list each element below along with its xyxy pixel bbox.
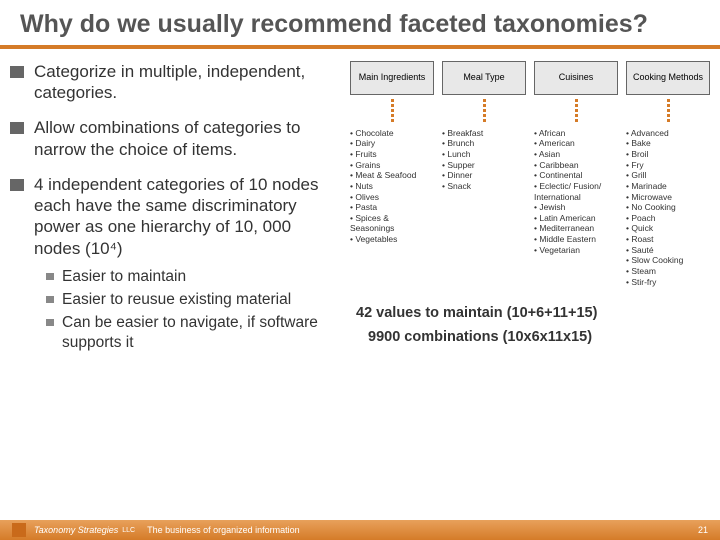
facet-item: Vegetables <box>350 234 434 245</box>
facet-item: Eclectic/ Fusion/ International <box>534 181 618 202</box>
right-column: Main Ingredients ChocolateDairyFruitsGra… <box>350 61 710 357</box>
footer-brand: Taxonomy Strategies <box>34 525 118 535</box>
sub-bullet-text: Easier to reusue existing material <box>62 290 291 310</box>
facet-header: Meal Type <box>442 61 526 95</box>
facet-header: Cooking Methods <box>626 61 710 95</box>
facet-item: Meat & Seafood <box>350 170 434 181</box>
facet-item: Fry <box>626 160 710 171</box>
square-bullet-icon <box>46 296 54 303</box>
facet-item: Grill <box>626 170 710 181</box>
facet-item: Bake <box>626 138 710 149</box>
facet-item: Sauté <box>626 245 710 256</box>
facet-item: Poach <box>626 213 710 224</box>
footer-tagline: The business of organized information <box>147 525 300 535</box>
facet-header: Main Ingredients <box>350 61 434 95</box>
footer-llc: LLC <box>122 527 135 534</box>
facet-item: Spices & Seasonings <box>350 213 434 234</box>
facet-item: Dinner <box>442 170 526 181</box>
square-bullet-icon <box>10 66 24 78</box>
facet-item: Broil <box>626 149 710 160</box>
sub-bullet-text: Can be easier to navigate, if software s… <box>62 313 340 353</box>
summary-line: 42 values to maintain (10+6+11+15) <box>356 305 710 321</box>
facet-column: Cooking Methods AdvancedBakeBroilFryGril… <box>626 61 710 287</box>
summary-block: 42 values to maintain (10+6+11+15) 9900 … <box>350 305 710 345</box>
facet-item: Quick <box>626 223 710 234</box>
bullet-text: Categorize in multiple, independent, cat… <box>34 61 340 104</box>
facet-item: Lunch <box>442 149 526 160</box>
facets-grid: Main Ingredients ChocolateDairyFruitsGra… <box>350 61 710 287</box>
facet-column: Main Ingredients ChocolateDairyFruitsGra… <box>350 61 434 287</box>
facet-item: African <box>534 128 618 139</box>
square-bullet-icon <box>10 179 24 191</box>
facet-item: Olives <box>350 192 434 203</box>
connector-dots-icon <box>442 95 526 128</box>
facet-item: Marinade <box>626 181 710 192</box>
facet-item: Jewish <box>534 202 618 213</box>
footer-bar: Taxonomy Strategies LLC The business of … <box>0 520 720 540</box>
bullet-item: Allow combinations of categories to narr… <box>10 117 340 160</box>
facet-item: Slow Cooking <box>626 255 710 266</box>
facet-item: Snack <box>442 181 526 192</box>
facet-item: Brunch <box>442 138 526 149</box>
connector-dots-icon <box>626 95 710 128</box>
facet-items: AfricanAmericanAsianCaribbeanContinental… <box>534 128 618 256</box>
facet-item: Steam <box>626 266 710 277</box>
connector-dots-icon <box>350 95 434 128</box>
sub-bullet-item: Can be easier to navigate, if software s… <box>46 313 340 353</box>
facet-item: Chocolate <box>350 128 434 139</box>
square-bullet-icon <box>46 273 54 280</box>
facet-items: AdvancedBakeBroilFryGrillMarinadeMicrowa… <box>626 128 710 287</box>
summary-line: 9900 combinations (10x6x11x15) <box>368 329 710 345</box>
square-bullet-icon <box>46 319 54 326</box>
footer-logo-icon <box>12 523 26 537</box>
facet-item: No Cooking <box>626 202 710 213</box>
facet-item: Vegetarian <box>534 245 618 256</box>
sub-bullet-item: Easier to reusue existing material <box>46 290 340 310</box>
facet-item: Pasta <box>350 202 434 213</box>
facet-item: Supper <box>442 160 526 171</box>
facet-items: BreakfastBrunchLunchSupperDinnerSnack <box>442 128 526 192</box>
sub-bullet-item: Easier to maintain <box>46 267 340 287</box>
bullet-text: Allow combinations of categories to narr… <box>34 117 340 160</box>
facet-column: Cuisines AfricanAmericanAsianCaribbeanCo… <box>534 61 618 287</box>
bullet-item: Categorize in multiple, independent, cat… <box>10 61 340 104</box>
left-column: Categorize in multiple, independent, cat… <box>10 61 340 357</box>
square-bullet-icon <box>10 122 24 134</box>
facet-item: Fruits <box>350 149 434 160</box>
facet-items: ChocolateDairyFruitsGrainsMeat & Seafood… <box>350 128 434 245</box>
facet-item: Stir-fry <box>626 277 710 288</box>
bullet-text: 4 independent categories of 10 nodes eac… <box>34 174 340 259</box>
facet-item: Mediterranean <box>534 223 618 234</box>
facet-item: Advanced <box>626 128 710 139</box>
facet-item: Continental <box>534 170 618 181</box>
facet-header: Cuisines <box>534 61 618 95</box>
facet-item: Middle Eastern <box>534 234 618 245</box>
facet-item: Roast <box>626 234 710 245</box>
connector-dots-icon <box>534 95 618 128</box>
sub-bullet-list: Easier to maintain Easier to reusue exis… <box>46 267 340 354</box>
facet-item: Grains <box>350 160 434 171</box>
slide-title: Why do we usually recommend faceted taxo… <box>0 0 720 49</box>
facet-column: Meal Type BreakfastBrunchLunchSupperDinn… <box>442 61 526 287</box>
bullet-item: 4 independent categories of 10 nodes eac… <box>10 174 340 259</box>
facet-item: Nuts <box>350 181 434 192</box>
facet-item: American <box>534 138 618 149</box>
facet-item: Dairy <box>350 138 434 149</box>
facet-item: Caribbean <box>534 160 618 171</box>
facet-item: Asian <box>534 149 618 160</box>
facet-item: Latin American <box>534 213 618 224</box>
sub-bullet-text: Easier to maintain <box>62 267 186 287</box>
page-number: 21 <box>698 525 708 535</box>
facet-item: Breakfast <box>442 128 526 139</box>
facet-item: Microwave <box>626 192 710 203</box>
